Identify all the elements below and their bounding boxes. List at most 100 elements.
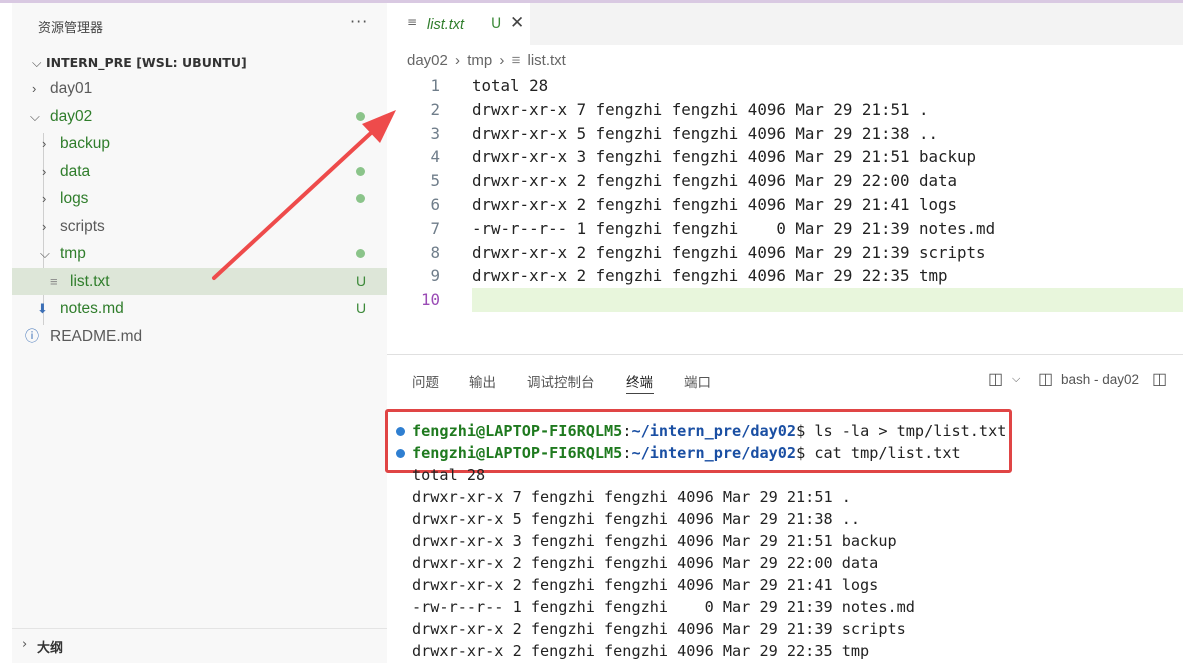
code-line: 7 -rw-r--r-- 1 fengzhi fengzhi 0 Mar 29 2… [387,217,1183,241]
git-modified-dot [356,249,365,258]
breadcrumb-item[interactable]: list.txt [528,52,566,69]
terminal-icon: ◫ [1038,371,1054,388]
workspace-header[interactable]: ⌵ INTERN_PRE [WSL: UBUNTU] [32,55,247,71]
tree-item-notes-md[interactable]: ⬇ notes.md U [12,295,387,322]
tab-list-txt[interactable]: ≡ list.txt U ✕ [387,3,530,45]
line-text: total 28 [472,76,549,95]
tab-label: list.txt [427,17,465,33]
explorer-title: 资源管理器 [38,21,104,36]
workspace-title: INTERN_PRE [WSL: UBUNTU] [46,55,247,70]
highlight-box [385,409,1012,473]
line-number: 10 [420,290,440,310]
line-number: 6 [430,194,440,214]
tree-item-tmp[interactable]: ⌵ tmp [12,240,387,267]
git-modified-dot [356,194,365,203]
tree-item-label: README.md [50,327,143,345]
line-text: drwxr-xr-x 7 fengzhi fengzhi 4096 Mar 29… [472,99,929,119]
breadcrumb-item[interactable]: tmp [467,52,492,69]
tab-ports[interactable]: 端口 [684,371,711,391]
chevron-down-icon: ⌵ [30,108,40,124]
tree-item-label: day02 [50,107,93,125]
breadcrumb-item[interactable]: day02 [407,52,448,69]
terminal-output-line: drwxr-xr-x 2 fengzhi fengzhi 4096 Mar 29… [412,576,879,594]
chevron-right-icon: › [499,52,505,69]
line-text: -rw-r--r-- 1 fengzhi fengzhi 0 Mar 29 21… [472,218,996,238]
tree-item-readme-md[interactable]: ⓘ README.md [12,323,387,350]
line-text: drwxr-xr-x 5 fengzhi fengzhi 4096 Mar 29… [472,123,939,143]
terminal-output-line: drwxr-xr-x 7 fengzhi fengzhi 4096 Mar 29… [412,488,851,506]
bottom-panel: 问题 输出 调试控制台 终端 端口 ◫ ⌵ ◫ bash - day02 ◫ [387,354,1183,664]
code-line: 8 drwxr-xr-x 2 fengzhi fengzhi 4096 Mar 2… [387,241,1183,265]
prompt-command: $ cat tmp/list.txt [796,444,961,462]
tab-output[interactable]: 输出 [469,371,496,391]
line-number: 1 [430,76,440,95]
chevron-right-icon: › [455,52,461,69]
prompt-path: ~/intern_pre/day02 [631,444,797,462]
tree-item-label: day01 [50,80,93,97]
tab-debug-console[interactable]: 调试控制台 [527,371,595,391]
tab-problems[interactable]: 问题 [412,371,439,391]
line-number: 5 [430,171,440,191]
prompt-user: fengzhi@LAPTOP-FI6RQLM5 [412,444,623,462]
chevron-right-icon: › [32,81,37,96]
tree-item-label: notes.md [60,300,124,317]
code-editor[interactable]: 1 total 28 2 drwxr-xr-x 7 fengzhi fengzhi … [387,74,1183,312]
code-line: 1 total 28 [387,74,1183,98]
terminal-prompt-line: fengzhi@LAPTOP-FI6RQLM5:~/intern_pre/day… [412,444,961,462]
tree-item-scripts[interactable]: › scripts [12,213,387,240]
layout-icon[interactable]: ◫ [1152,369,1167,389]
split-editor-icon[interactable]: ◫ [988,369,1003,389]
terminal-instance-label[interactable]: bash - day02 [1061,372,1139,387]
line-text: drwxr-xr-x 2 fengzhi fengzhi 4096 Mar 29… [472,242,986,262]
code-line: 3 drwxr-xr-x 5 fengzhi fengzhi 4096 Mar 2… [387,122,1183,146]
chevron-down-icon[interactable]: ⌵ [1012,373,1020,386]
tab-terminal[interactable]: 终端 [626,371,653,391]
file-lines-icon: ≡ [407,15,418,29]
tree-item-list-txt[interactable]: ≡ list.txt U [12,267,387,295]
more-icon[interactable]: ··· [350,12,368,31]
outline-title: 大纲 [37,641,64,656]
tree-item-data[interactable]: › data [12,158,387,185]
line-number: 7 [430,218,440,238]
tree-item-label: list.txt [70,272,110,290]
git-modified-dot [356,111,365,121]
command-status-dot [396,427,405,436]
line-number: 9 [430,266,440,286]
tree-item-label: logs [60,190,89,207]
breadcrumb: day02 › tmp › ≡ list.txt [407,52,569,69]
close-icon[interactable]: ✕ [510,13,524,33]
tree-item-backup[interactable]: › backup [12,130,387,157]
line-text: drwxr-xr-x 2 fengzhi fengzhi 4096 Mar 29… [472,266,948,286]
code-line-active: 10 [387,288,1183,312]
command-status-dot [396,449,405,458]
code-line: 9 drwxr-xr-x 2 fengzhi fengzhi 4096 Mar 2… [387,264,1183,288]
code-line: 5 drwxr-xr-x 2 fengzhi fengzhi 4096 Mar 2… [387,169,1183,193]
line-text: drwxr-xr-x 2 fengzhi fengzhi 4096 Mar 29… [472,171,958,191]
git-untracked-badge: U [356,300,367,316]
chevron-right-icon: › [42,191,47,206]
terminal-output-line: -rw-r--r-- 1 fengzhi fengzhi 0 Mar 29 21… [412,598,915,616]
line-number: 8 [430,242,440,262]
chevron-down-icon: ⌵ [40,246,50,261]
chevron-down-icon: ⌵ [32,55,42,70]
chevron-right-icon: › [22,637,28,652]
active-tab-indicator [626,393,654,394]
line-number: 4 [430,147,440,167]
file-lines-icon: ≡ [50,273,58,289]
chevron-right-icon: › [42,136,47,151]
tree-item-logs[interactable]: › logs [12,185,387,212]
git-untracked-badge: U [491,16,502,32]
code-line: 4 drwxr-xr-x 3 fengzhi fengzhi 4096 Mar 2… [387,145,1183,169]
tree-item-label: backup [60,135,110,152]
outline-section[interactable]: › 大纲 [12,628,387,664]
explorer-sidebar: 资源管理器 ··· ⌵ INTERN_PRE [WSL: UBUNTU] › da… [12,3,387,663]
terminal-output-line: total 28 [412,466,486,484]
tree-item-day02[interactable]: ⌵ day02 [12,103,387,130]
prompt-path: ~/intern_pre/day02 [631,422,797,440]
tree-item-day01[interactable]: › day01 [12,75,387,102]
git-modified-dot [356,166,365,176]
activity-bar-edge [0,3,12,663]
terminal-output-line: drwxr-xr-x 2 fengzhi fengzhi 4096 Mar 29… [412,554,879,572]
tree-item-label: data [60,162,91,180]
line-text: drwxr-xr-x 2 fengzhi fengzhi 4096 Mar 29… [472,194,958,214]
